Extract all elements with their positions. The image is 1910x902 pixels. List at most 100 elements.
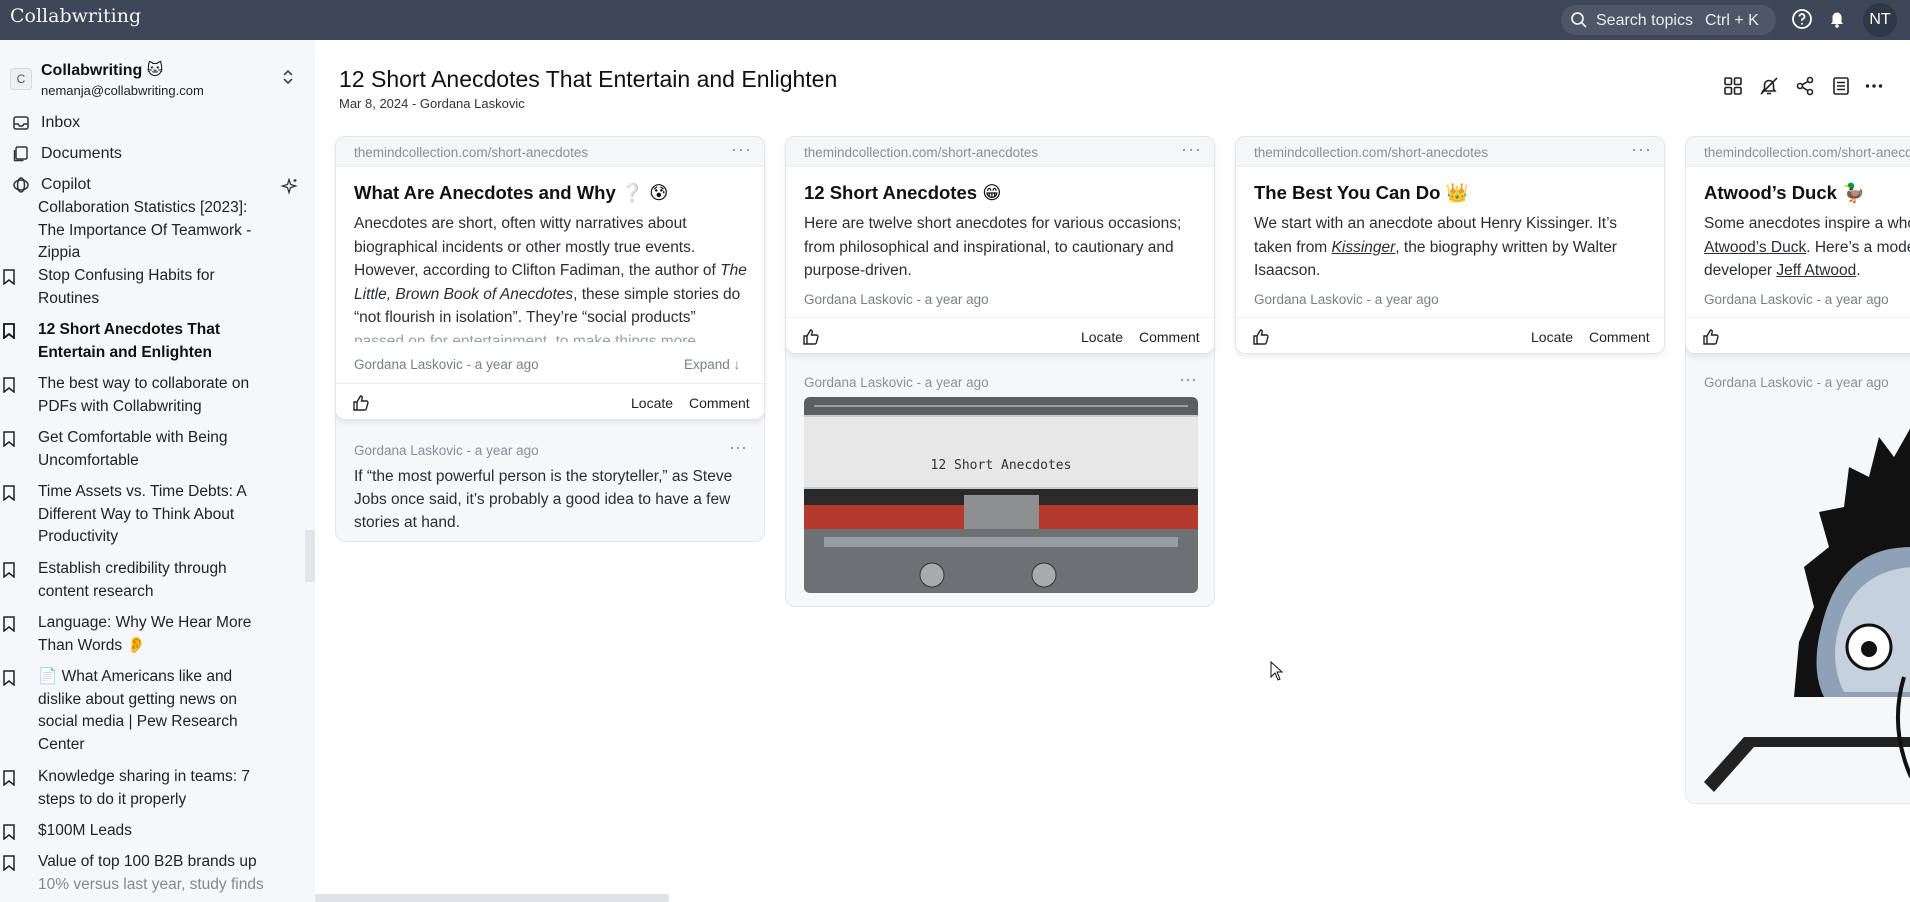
sidebar-scrollbar[interactable]	[305, 530, 315, 582]
bookmark-icon	[3, 770, 15, 786]
comment-button[interactable]: Comment	[689, 395, 750, 411]
doc-title-line: Knowledge sharing in teams: 7	[38, 768, 250, 785]
inbox-icon	[13, 116, 29, 130]
bookmark-icon	[3, 377, 15, 393]
more-options-icon[interactable]: ···	[1631, 139, 1652, 160]
search-box[interactable]: Search topics Ctrl + K	[1561, 5, 1776, 35]
more-options-icon[interactable]: ···	[729, 437, 747, 458]
doc-title-line: content research	[38, 582, 154, 600]
notification-settings-icon[interactable]	[1758, 75, 1780, 97]
doc-title-line: PDFs with Collabwriting	[38, 397, 202, 415]
typewriter-image[interactable]: 12 Short Anecdotes	[804, 397, 1198, 593]
bookmark-icon	[3, 431, 15, 447]
card-author: Gordana Laskovic - a year ago	[354, 357, 539, 372]
workspace-email: nemanja@collabwriting.com	[41, 83, 204, 98]
doc-item[interactable]: Stop Confusing Habits for Routines	[3, 265, 278, 310]
thumbs-up-icon[interactable]	[802, 328, 820, 346]
comment-card[interactable]: Gordana Laskovic - a year ago ··· If “th…	[335, 404, 765, 542]
search-placeholder: Search topics	[1596, 12, 1693, 29]
doc-item[interactable]: Collaboration Statistics [2023]: The Imp…	[38, 200, 278, 265]
card-source-url[interactable]: themindcollection.com/short-anecdotes	[804, 145, 1038, 160]
thumbs-up-icon[interactable]	[352, 394, 370, 412]
doc-title-line: Than Words 👂	[38, 636, 146, 654]
doc-title-line: Stop Confusing Habits for	[38, 267, 215, 284]
duck-cartoon-image[interactable]	[1704, 397, 1910, 797]
user-avatar[interactable]: NT	[1863, 3, 1897, 37]
help-icon[interactable]	[1790, 7, 1814, 31]
expand-button[interactable]: Expand ↓	[684, 357, 740, 372]
more-options-icon[interactable]	[1863, 75, 1885, 97]
card-actions: Locate Comment	[1236, 317, 1664, 353]
comment-button[interactable]: Comment	[1589, 329, 1650, 345]
doc-item[interactable]: 📄 What Americans like and dislike about …	[3, 666, 278, 756]
doc-item[interactable]: Value of top 100 B2B brands up 10% versu…	[3, 851, 278, 896]
card-source-url[interactable]: themindcollection.com/short-anecdotes	[354, 145, 588, 160]
app-title[interactable]: Collabwriting	[10, 5, 141, 27]
document-view-icon[interactable]	[1830, 75, 1852, 97]
doc-item[interactable]: $100M Leads	[3, 820, 278, 843]
doc-title-line: Language: Why We Hear More	[38, 614, 252, 631]
top-bar: Collabwriting Search topics Ctrl + K NT	[0, 0, 1910, 40]
doc-item[interactable]: The best way to collaborate on PDFs with…	[3, 373, 278, 418]
bookmark-icon	[3, 824, 15, 840]
doc-title-line: Routines	[38, 289, 100, 307]
nav-documents-label: Documents	[41, 145, 122, 162]
chevron-up-down-icon[interactable]	[280, 68, 296, 86]
grid-view-icon[interactable]	[1722, 75, 1744, 97]
card-author: Gordana Laskovic - a year ago	[1254, 292, 1439, 307]
bookmark-icon	[3, 269, 15, 285]
nav-inbox-label: Inbox	[41, 114, 81, 131]
nav-inbox[interactable]: Inbox	[12, 111, 302, 135]
doc-title-line: The best way to collaborate on	[38, 375, 250, 392]
workspace-switcher[interactable]: C Collabwriting 🐱 nemanja@collabwriting.…	[10, 60, 300, 102]
doc-item[interactable]: Knowledge sharing in teams: 7 steps to d…	[3, 766, 278, 811]
highlight-card[interactable]: themindcollection.com/short-anecdotes ··…	[335, 136, 765, 420]
comment-meta: Gordana Laskovic - a year ago	[804, 375, 989, 390]
card-author: Gordana Laskovic - a year ago	[1704, 292, 1889, 307]
doc-item[interactable]: Time Assets vs. Time Debts: A Different …	[3, 481, 278, 549]
doc-title-line: Entertain and Enlighten	[38, 343, 212, 361]
more-options-icon[interactable]: ···	[1181, 139, 1202, 160]
doc-title-line: Productivity	[38, 528, 119, 545]
doc-item[interactable]: Get Comfortable with Being Uncomfortable	[3, 427, 278, 472]
locate-button[interactable]: Locate	[1531, 329, 1573, 345]
mouse-cursor-icon	[1270, 661, 1284, 681]
more-options-icon[interactable]: ···	[1179, 369, 1197, 390]
thumbs-up-icon[interactable]	[1252, 328, 1270, 346]
bookmark-icon	[3, 323, 15, 339]
doc-title-line: Time Assets vs. Time Debts: A	[38, 483, 247, 500]
image-card[interactable]: Gordana Laskovic - a year ago ··· 12 Sho…	[785, 336, 1215, 607]
locate-button[interactable]: Locate	[1081, 329, 1123, 345]
highlight-card[interactable]: themindcollection.com/short-anecdotes At…	[1685, 136, 1910, 354]
highlight-card[interactable]: themindcollection.com/short-anecdotes ··…	[785, 136, 1215, 354]
more-options-icon[interactable]: ···	[731, 139, 752, 160]
horizontal-scrollbar[interactable]	[315, 894, 669, 902]
doc-item-active[interactable]: 12 Short Anecdotes That Entertain and En…	[3, 319, 278, 364]
bookmark-icon	[3, 616, 15, 632]
card-source-url[interactable]: themindcollection.com/short-anecdotes	[1704, 145, 1910, 160]
nav-documents[interactable]: Documents	[12, 142, 302, 166]
notification-bell-icon[interactable]	[1825, 7, 1849, 31]
highlight-card[interactable]: themindcollection.com/short-anecdotes ··…	[1235, 136, 1665, 354]
doc-title-line: Establish credibility through	[38, 560, 227, 577]
doc-item[interactable]: Language: Why We Hear More Than Words 👂	[3, 612, 278, 657]
comment-meta: Gordana Laskovic - a year ago	[354, 443, 539, 458]
comment-meta: Gordana Laskovic - a year ago	[1704, 375, 1889, 390]
copilot-icon	[13, 177, 29, 193]
share-icon[interactable]	[1794, 75, 1816, 97]
card-actions: Locate Comment	[786, 317, 1214, 353]
image-card[interactable]: Gordana Laskovic - a year ago	[1685, 336, 1910, 804]
nav-copilot[interactable]: Copilot	[12, 173, 302, 197]
comment-button[interactable]: Comment	[1139, 329, 1200, 345]
doc-title-line: Zippia	[38, 244, 81, 261]
card-source-url[interactable]: themindcollection.com/short-anecdotes	[1254, 145, 1488, 160]
bookmark-icon	[3, 485, 15, 501]
sidebar: C Collabwriting 🐱 nemanja@collabwriting.…	[0, 40, 315, 902]
sparkle-icon[interactable]	[280, 178, 298, 196]
thumbs-up-icon[interactable]	[1702, 328, 1720, 346]
card-title: The Best You Can Do 👑	[1254, 182, 1469, 203]
doc-title-line: Get Comfortable with Being	[38, 429, 228, 446]
doc-title-line: $100M Leads	[38, 822, 132, 839]
doc-item[interactable]: Establish credibility through content re…	[3, 558, 278, 603]
locate-button[interactable]: Locate	[631, 395, 673, 411]
